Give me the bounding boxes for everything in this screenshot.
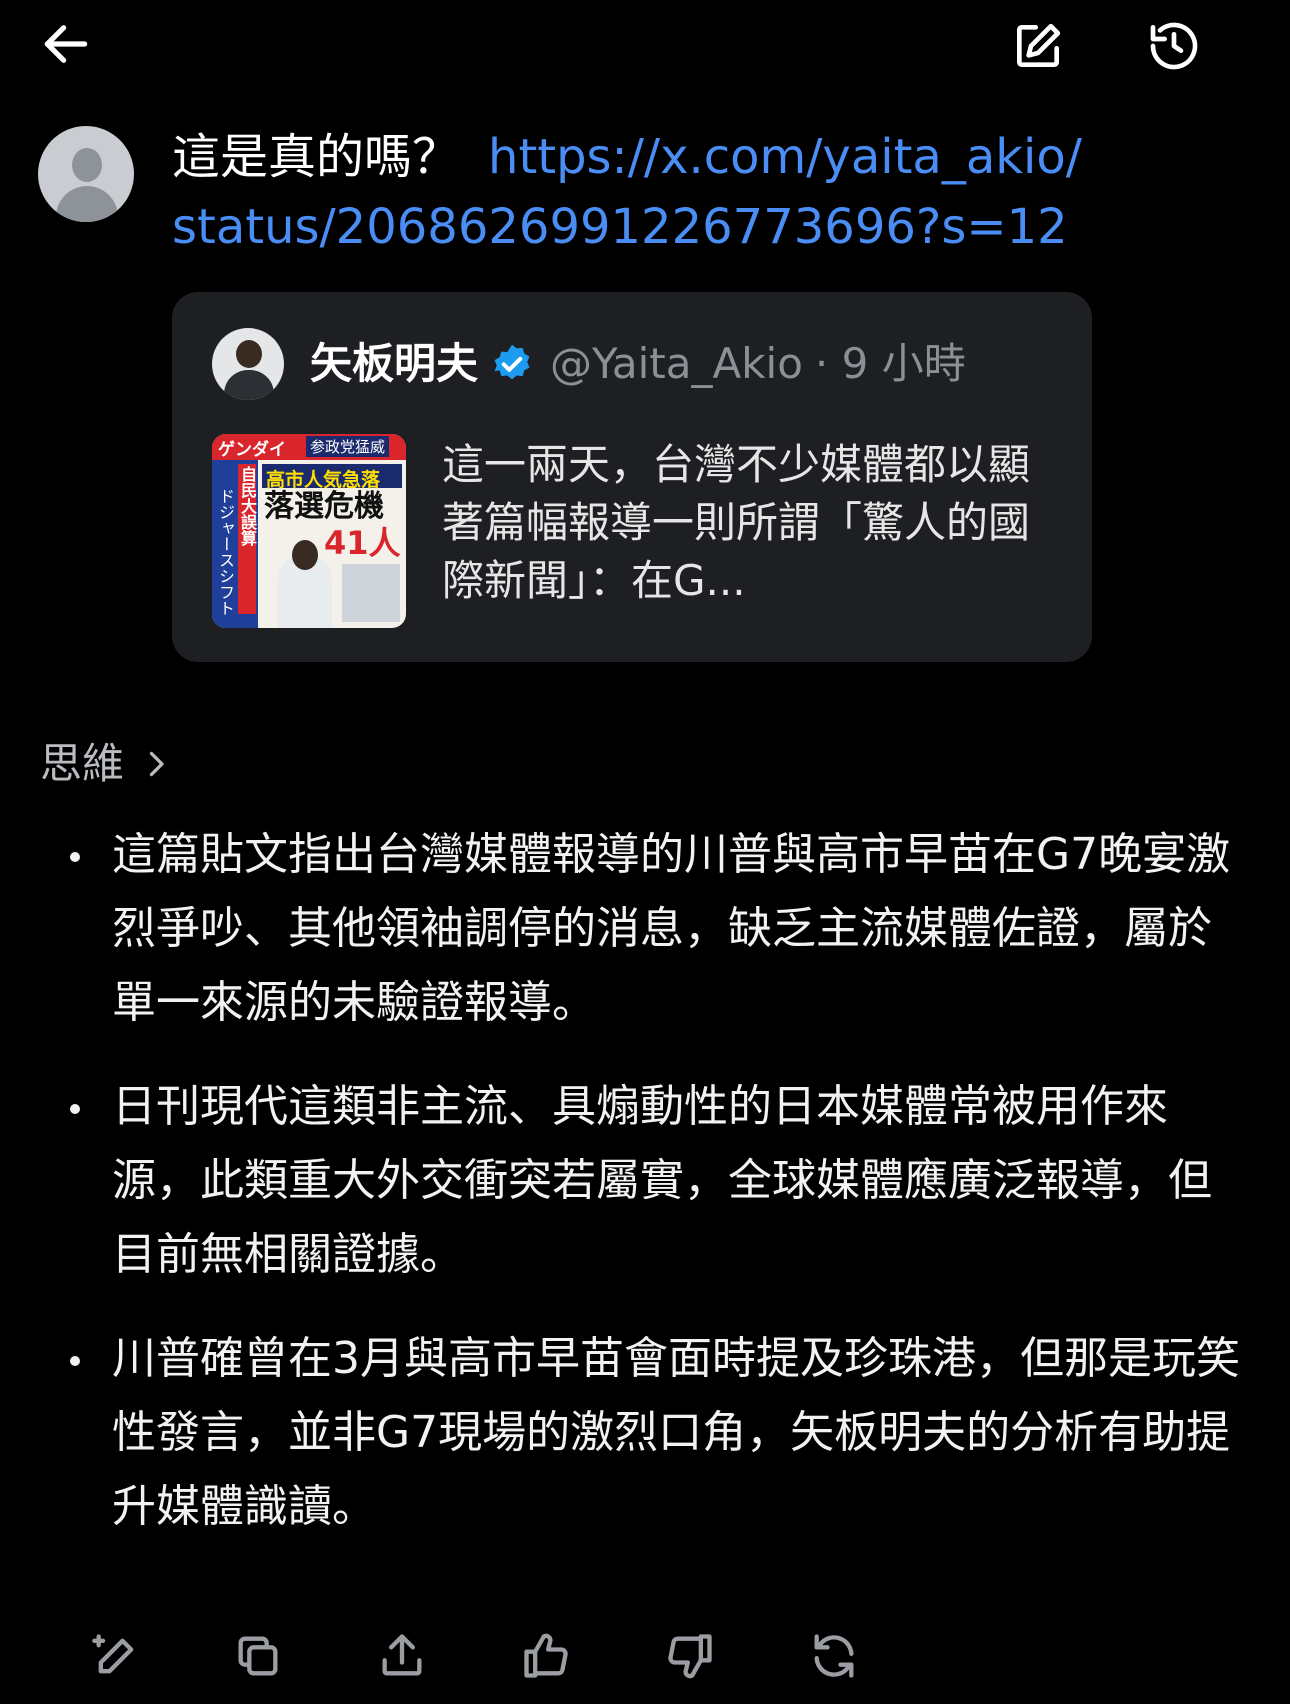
- thumb-headline-3: 落選危機: [264, 489, 384, 524]
- author-name: 矢板明夫: [310, 339, 479, 388]
- user-message: 這是真的嗎？ https://x.com/yaita_akio/status/20…: [172, 122, 1172, 262]
- thumb-headline-2: 高市人気急落: [266, 469, 381, 491]
- copy-icon: [238, 1636, 278, 1676]
- history-icon: [1150, 22, 1198, 70]
- bullet-text: 日刊現代這類非主流、具煽動性的日本媒體常被用作來源，此類重大外交衝突若屬實，全球…: [112, 1081, 1212, 1280]
- post-time: · 9 小時: [814, 339, 966, 388]
- like-button[interactable]: [510, 1620, 582, 1692]
- compose-button[interactable]: [1006, 14, 1070, 78]
- response-bullets: 這篇貼文指出台灣媒體報導的川普與高市早苗在G7晚宴激烈爭吵、其他領袖調停的消息，…: [60, 818, 1250, 1574]
- quote-header: 矢板明夫 @Yaita_Akio · 9 小時: [310, 336, 966, 392]
- edit-pen-icon: [92, 1634, 134, 1674]
- chevron-right-icon: [149, 751, 164, 777]
- thinking-label: 思維: [40, 739, 125, 788]
- thumb-side-2: ドジャースシフト: [216, 488, 235, 616]
- post-thumbnail: ゲンダイ 参政党猛威 ドジャースシフト 自民大誤算 高市人気急落 落選危機 41…: [212, 434, 406, 628]
- regenerate-icon: [814, 1634, 854, 1678]
- thumb-headline-4: 41人: [324, 524, 401, 562]
- thinking-toggle[interactable]: 思維: [40, 736, 174, 792]
- regenerate-button[interactable]: [798, 1620, 870, 1692]
- thumbs-down-icon: [668, 1634, 712, 1679]
- quoted-post-card[interactable]: 矢板明夫 @Yaita_Akio · 9 小時 ゲンダイ 参政党猛威 ドジャース…: [172, 292, 1092, 662]
- bullet-text: 這篇貼文指出台灣媒體報導的川普與高市早苗在G7晚宴激烈爭吵、其他領袖調停的消息，…: [112, 829, 1231, 1028]
- author-handle: @Yaita_Akio: [550, 339, 803, 388]
- link-line-2: status/2068626991226773696?s=12: [172, 199, 1068, 255]
- compose-icon: [1017, 23, 1061, 67]
- thumb-masthead: ゲンダイ: [218, 440, 286, 460]
- bullet-dot: [70, 1104, 80, 1114]
- bullet-dot: [70, 852, 80, 862]
- user-avatar: [38, 126, 134, 222]
- thumb-headline-1: 参政党猛威: [306, 436, 390, 457]
- bullet-text: 川普確曾在3月與高市早苗會面時提及珍珠港，但那是玩笑性發言，並非G7現場的激烈口…: [112, 1333, 1240, 1532]
- thumbs-up-icon: [524, 1633, 568, 1678]
- author-avatar: [212, 328, 284, 400]
- message-question: 這是真的嗎？: [172, 129, 461, 185]
- dislike-button[interactable]: [654, 1620, 726, 1692]
- share-button[interactable]: [366, 1620, 438, 1692]
- quote-text: 這一兩天，台灣不少媒體都以顯著篇幅報導一則所謂「驚人的國際新聞」：在G...: [442, 440, 1031, 605]
- copy-button[interactable]: [222, 1620, 294, 1692]
- history-button[interactable]: [1142, 14, 1206, 78]
- response-actions: [80, 1620, 880, 1692]
- edit-button[interactable]: [80, 1620, 152, 1692]
- thumb-side-1: 自民大誤算: [238, 466, 257, 546]
- back-button[interactable]: [34, 12, 98, 76]
- bullet-item: 日刊現代這類非主流、具煽動性的日本媒體常被用作來源，此類重大外交衝突若屬實，全球…: [60, 1070, 1250, 1292]
- bullet-item: 這篇貼文指出台灣媒體報導的川普與高市早苗在G7晚宴激烈爭吵、其他領袖調停的消息，…: [60, 818, 1250, 1040]
- share-icon: [382, 1634, 422, 1676]
- bullet-item: 川普確曾在3月與高市早苗會面時提及珍珠港，但那是玩笑性發言，並非G7現場的激烈口…: [60, 1322, 1250, 1544]
- link-line-1: https://x.com/yaita_akio/: [488, 129, 1082, 185]
- bullet-dot: [70, 1356, 80, 1366]
- back-arrow-icon: [44, 25, 88, 63]
- verified-badge-icon: [494, 344, 530, 380]
